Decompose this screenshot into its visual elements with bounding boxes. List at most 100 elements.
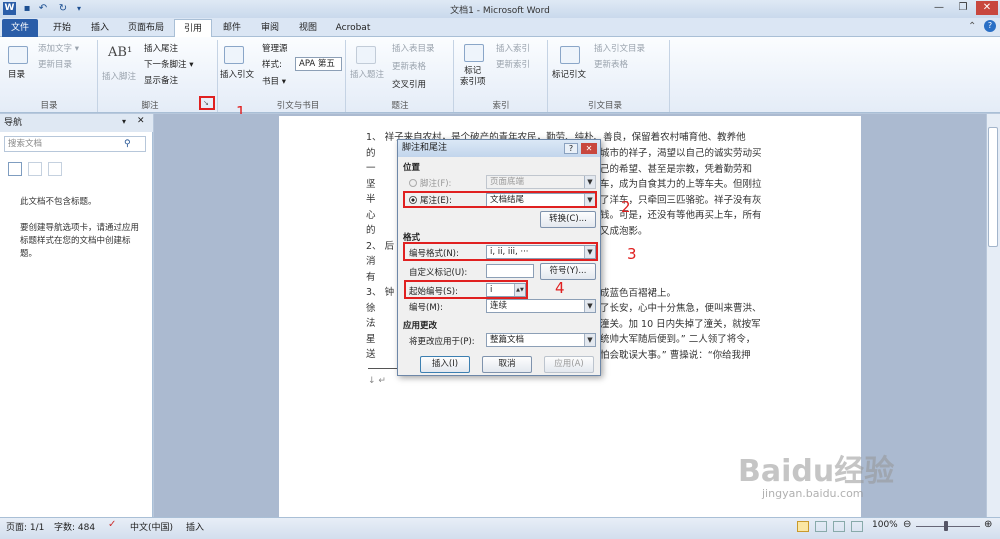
convert-button[interactable]: 转换(C)... <box>540 211 596 228</box>
update-table-button[interactable]: 更新表格 <box>392 60 426 72</box>
show-notes-button[interactable]: 显示备注 <box>144 74 178 86</box>
cross-reference-button[interactable]: 交叉引用 <box>392 78 426 90</box>
insert-authorities-button[interactable]: 插入引文目录 <box>594 42 645 54</box>
numbering-label: 编号(M): <box>409 303 443 313</box>
restore-icon[interactable]: ❐ <box>952 1 974 15</box>
add-text-button[interactable]: 添加文字 ▾ <box>38 42 79 54</box>
start-at-highlight <box>404 280 528 299</box>
group-label-footnotes: 脚注 <box>141 101 159 111</box>
tab-references[interactable]: 引用 <box>174 19 212 37</box>
close-icon[interactable]: ✕ <box>976 1 998 15</box>
manage-sources-button[interactable]: 管理源 <box>262 42 288 54</box>
footnote-radio[interactable] <box>409 179 417 187</box>
language-indicator[interactable]: 中文(中国) <box>130 520 173 533</box>
document-line-right: 怕会耽误大事。” 曹操说：“你给我押 <box>600 349 751 361</box>
apply-to-label: 将更改应用于(P): <box>409 337 475 347</box>
tab-review[interactable]: 审阅 <box>254 19 286 37</box>
insert-index-button[interactable]: 插入索引 <box>496 42 530 54</box>
dialog-close-icon[interactable]: ✕ <box>581 143 597 154</box>
insert-caption-button[interactable]: 插入题注 <box>350 68 384 80</box>
tab-page-layout[interactable]: 页面布局 <box>122 19 170 37</box>
group-label-authorities: 引文目录 <box>587 101 622 111</box>
tab-home[interactable]: 开始 <box>46 19 78 37</box>
bibliography-button[interactable]: 书目 ▾ <box>262 75 286 87</box>
help-icon[interactable]: ? <box>984 20 996 32</box>
watermark-logo: Baidu经验 <box>738 454 895 489</box>
tab-file[interactable]: 文件 <box>2 19 38 37</box>
annotation-number: 2 <box>621 198 631 216</box>
apply-button[interactable]: 应用(A) <box>544 356 594 373</box>
footnote-icon: AB¹ <box>108 45 133 60</box>
zoom-slider-thumb[interactable] <box>944 521 948 531</box>
custom-mark-input[interactable] <box>486 264 534 278</box>
insert-footnote-button[interactable]: 插入脚注 <box>102 70 136 82</box>
word-count[interactable]: 字数: 484 <box>54 520 95 533</box>
footnote-location-select[interactable]: 页面底端 ▼ <box>486 175 596 189</box>
insert-mode-indicator[interactable]: 插入 <box>186 520 204 533</box>
nav-menu-icon[interactable]: ▾ <box>122 117 126 126</box>
document-line-right: 车，成为自食其力的上等车夫。但刚拉 <box>600 179 762 190</box>
insert-endnote-button[interactable]: 插入尾注 <box>144 42 178 54</box>
outline-icon[interactable] <box>851 521 863 532</box>
scroll-thumb[interactable] <box>988 127 998 247</box>
tab-acrobat[interactable]: Acrobat <box>330 19 376 37</box>
annotation-number: 3 <box>627 245 637 263</box>
position-section-label: 位置 <box>403 163 421 173</box>
style-select[interactable]: APA 第五 <box>295 57 342 71</box>
proofing-icon[interactable]: ✓ <box>108 519 116 530</box>
browse-headings-icon[interactable] <box>8 162 22 176</box>
endnote-highlight <box>403 191 597 208</box>
group-label-citations: 引文与书目 <box>276 101 320 111</box>
insert-citation-button[interactable]: 插入引文 <box>220 68 254 80</box>
window-title: 文档1 - Microsoft Word <box>450 6 550 16</box>
zoom-in-icon[interactable]: ⊕ <box>984 519 992 530</box>
print-layout-icon[interactable] <box>797 521 809 532</box>
next-footnote-button[interactable]: 下一条脚注 ▾ <box>144 58 193 70</box>
document-line-right <box>600 270 780 286</box>
nav-close-icon[interactable]: ✕ <box>137 116 145 126</box>
group-label-toc: 目录 <box>40 101 58 111</box>
mark-citation-button[interactable]: 标记引文 <box>552 68 586 80</box>
toc-button[interactable]: 目录 <box>8 68 25 80</box>
document-line-right: 成蓝色百褶裙上。 <box>600 287 677 299</box>
style-label: 样式: <box>262 60 282 70</box>
end-mark: ↓ ↵ <box>368 376 386 386</box>
update-authorities-button[interactable]: 更新表格 <box>594 58 628 70</box>
footnote-endnote-dialog: 脚注和尾注 ? ✕ 位置 脚注(F): 页面底端 ▼ 尾注(E): 文档结尾 ▼ 转… <box>397 139 601 376</box>
insert-table-figures-button[interactable]: 插入表目录 <box>392 42 435 54</box>
mark-entry-button[interactable]: 标记 索引项 <box>460 66 486 88</box>
tab-insert[interactable]: 插入 <box>84 19 116 37</box>
browse-pages-icon[interactable] <box>28 162 42 176</box>
zoom-level[interactable]: 100% <box>872 520 898 530</box>
numbering-select[interactable]: 连续 ▼ <box>486 299 596 313</box>
navigation-pane-title: 导航 <box>0 114 153 132</box>
browse-results-icon[interactable] <box>48 162 62 176</box>
document-line-right: 潼关。加 10 日内失掉了潼关，就按军 <box>600 318 761 330</box>
document-line-right: 己的希望、甚至是宗教，凭着勤劳和 <box>600 163 753 175</box>
page-count[interactable]: 页面: 1/1 <box>6 520 44 533</box>
zoom-slider[interactable] <box>916 526 980 527</box>
tab-view[interactable]: 视图 <box>292 19 324 37</box>
document-line-right: 又成泡影。 <box>600 225 648 237</box>
search-icon[interactable]: ⚲ <box>124 139 131 149</box>
update-index-button[interactable]: 更新索引 <box>496 58 530 70</box>
navigation-message: 此文档不包含标题。 要创建导航选项卡，请通过应用标题样式在您的文档中创建标题。 <box>20 197 140 259</box>
symbol-button[interactable]: 符号(Y)... <box>540 263 596 280</box>
minimize-icon[interactable]: — <box>928 1 950 15</box>
cancel-button[interactable]: 取消 <box>482 356 532 373</box>
apply-to-select[interactable]: 整篇文档 ▼ <box>486 333 596 347</box>
apply-section-label: 应用更改 <box>403 321 438 331</box>
document-line-right: 统帅大军随后便到。” 二人领了将令， <box>600 334 756 345</box>
dialog-help-icon[interactable]: ? <box>564 143 578 154</box>
citation-icon <box>224 46 244 64</box>
full-screen-icon[interactable] <box>815 521 827 532</box>
zoom-out-icon[interactable]: ⊖ <box>903 519 911 530</box>
web-layout-icon[interactable] <box>833 521 845 532</box>
group-label-captions: 题注 <box>391 101 409 111</box>
dialog-launcher-icon[interactable]: ↘ <box>203 99 209 107</box>
update-toc-button[interactable]: 更新目录 <box>38 58 72 70</box>
chevron-up-icon[interactable]: ⌃ <box>968 21 976 32</box>
insert-button[interactable]: 插入(I) <box>420 356 470 373</box>
tab-mailings[interactable]: 邮件 <box>216 19 248 37</box>
toc-icon <box>8 46 28 64</box>
